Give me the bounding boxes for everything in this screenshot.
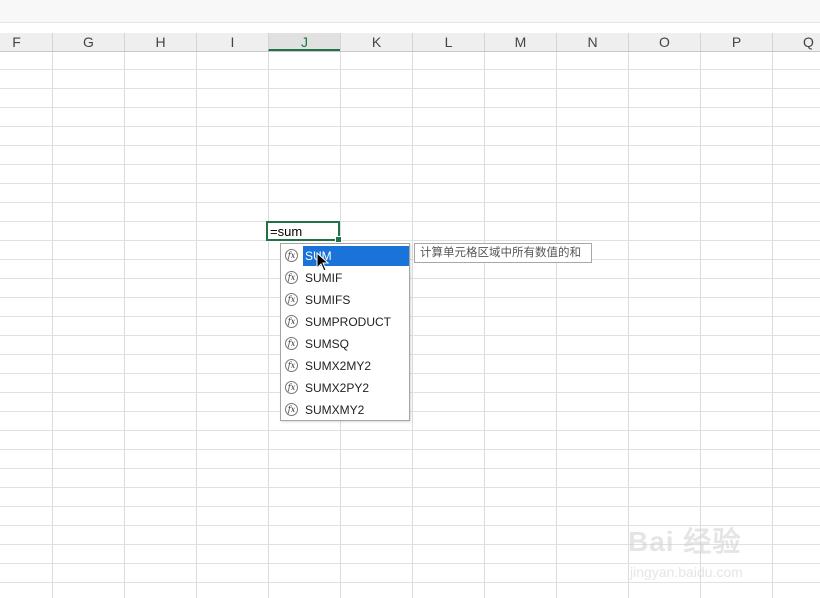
autocomplete-item[interactable]: fx SUMX2PY2 bbox=[283, 378, 409, 398]
watermark-logo: Bai 经验 bbox=[628, 526, 742, 557]
autocomplete-item-label: SUMPRODUCT bbox=[305, 315, 391, 329]
mouse-pointer-icon bbox=[316, 252, 330, 272]
grid-row-line bbox=[0, 506, 820, 507]
grid-row-line bbox=[0, 373, 820, 374]
grid-row-line bbox=[0, 259, 820, 260]
autocomplete-item[interactable]: fx SUMX2MY2 bbox=[283, 356, 409, 376]
autocomplete-item-label: SUMXMY2 bbox=[305, 403, 365, 417]
column-header-p[interactable]: P bbox=[700, 33, 772, 51]
function-icon: fx bbox=[285, 271, 298, 284]
function-icon: fx bbox=[285, 403, 298, 416]
autocomplete-item-label: SUMSQ bbox=[305, 337, 350, 351]
grid-row-line bbox=[0, 430, 820, 431]
grid-row-line bbox=[0, 164, 820, 165]
function-tooltip: 计算单元格区域中所有数值的和 bbox=[414, 243, 592, 263]
column-header-h[interactable]: H bbox=[124, 33, 196, 51]
column-header-g[interactable]: G bbox=[52, 33, 124, 51]
grid-column-line bbox=[484, 52, 485, 598]
grid-column-line bbox=[268, 52, 269, 598]
fill-handle[interactable] bbox=[335, 236, 342, 243]
grid-column-line bbox=[556, 52, 557, 598]
function-icon: fx bbox=[285, 359, 298, 372]
watermark: Bai 经验 jingyan.baidu.com bbox=[628, 510, 778, 590]
grid-row-line bbox=[0, 335, 820, 336]
grid-row-line bbox=[0, 202, 820, 203]
grid-row-line bbox=[0, 107, 820, 108]
ribbon-area bbox=[0, 0, 820, 23]
autocomplete-item[interactable]: fx SUMPRODUCT bbox=[283, 312, 409, 332]
column-headers: FGHIJKLMNOPQ bbox=[0, 33, 820, 52]
grid-row-line bbox=[0, 392, 820, 393]
grid-row-line bbox=[0, 88, 820, 89]
autocomplete-item-label: SUMX2PY2 bbox=[305, 381, 370, 395]
column-header-q[interactable]: Q bbox=[772, 33, 820, 51]
autocomplete-item[interactable]: fx SUMSQ bbox=[283, 334, 409, 354]
grid-row-line bbox=[0, 69, 820, 70]
autocomplete-item[interactable]: fx SUMIF bbox=[283, 268, 409, 288]
grid-row-line bbox=[0, 183, 820, 184]
autocomplete-item[interactable]: fx SUMIFS bbox=[283, 290, 409, 310]
autocomplete-item[interactable]: fx SUMXMY2 bbox=[283, 400, 409, 420]
grid-row-line bbox=[0, 354, 820, 355]
grid-column-line bbox=[124, 52, 125, 598]
grid-row-line bbox=[0, 411, 820, 412]
grid-row-line bbox=[0, 240, 820, 241]
active-cell-content: =sum bbox=[270, 224, 303, 239]
grid-row-line bbox=[0, 468, 820, 469]
grid-row-line bbox=[0, 221, 820, 222]
formula-autocomplete-list[interactable]: fxSUMfxSUMIFfxSUMIFSfxSUMPRODUCTfxSUMSQf… bbox=[280, 243, 410, 421]
grid-row-line bbox=[0, 145, 820, 146]
active-cell[interactable]: =sum bbox=[266, 221, 342, 243]
column-header-k[interactable]: K bbox=[340, 33, 412, 51]
grid-row-line bbox=[0, 126, 820, 127]
column-header-f[interactable]: F bbox=[0, 33, 52, 51]
grid-row-line bbox=[0, 449, 820, 450]
grid-row-line bbox=[0, 316, 820, 317]
grid-column-line bbox=[52, 52, 53, 598]
autocomplete-item-label: SUMIFS bbox=[305, 293, 351, 307]
column-header-o[interactable]: O bbox=[628, 33, 700, 51]
grid-column-line bbox=[412, 52, 413, 598]
function-icon: fx bbox=[285, 381, 298, 394]
column-header-m[interactable]: M bbox=[484, 33, 556, 51]
function-icon: fx bbox=[285, 293, 298, 306]
grid-column-line bbox=[196, 52, 197, 598]
function-icon: fx bbox=[285, 315, 298, 328]
grid-row-line bbox=[0, 297, 820, 298]
function-icon: fx bbox=[285, 337, 298, 350]
grid-row-line bbox=[0, 278, 820, 279]
column-header-n[interactable]: N bbox=[556, 33, 628, 51]
watermark-url: jingyan.baidu.com bbox=[630, 564, 743, 580]
column-header-i[interactable]: I bbox=[196, 33, 268, 51]
column-header-l[interactable]: L bbox=[412, 33, 484, 51]
grid-row-line bbox=[0, 487, 820, 488]
function-icon: fx bbox=[285, 249, 298, 262]
column-header-j[interactable]: J bbox=[268, 33, 340, 51]
autocomplete-item-label: SUMX2MY2 bbox=[305, 359, 372, 373]
autocomplete-item[interactable]: fxSUM bbox=[283, 246, 409, 266]
